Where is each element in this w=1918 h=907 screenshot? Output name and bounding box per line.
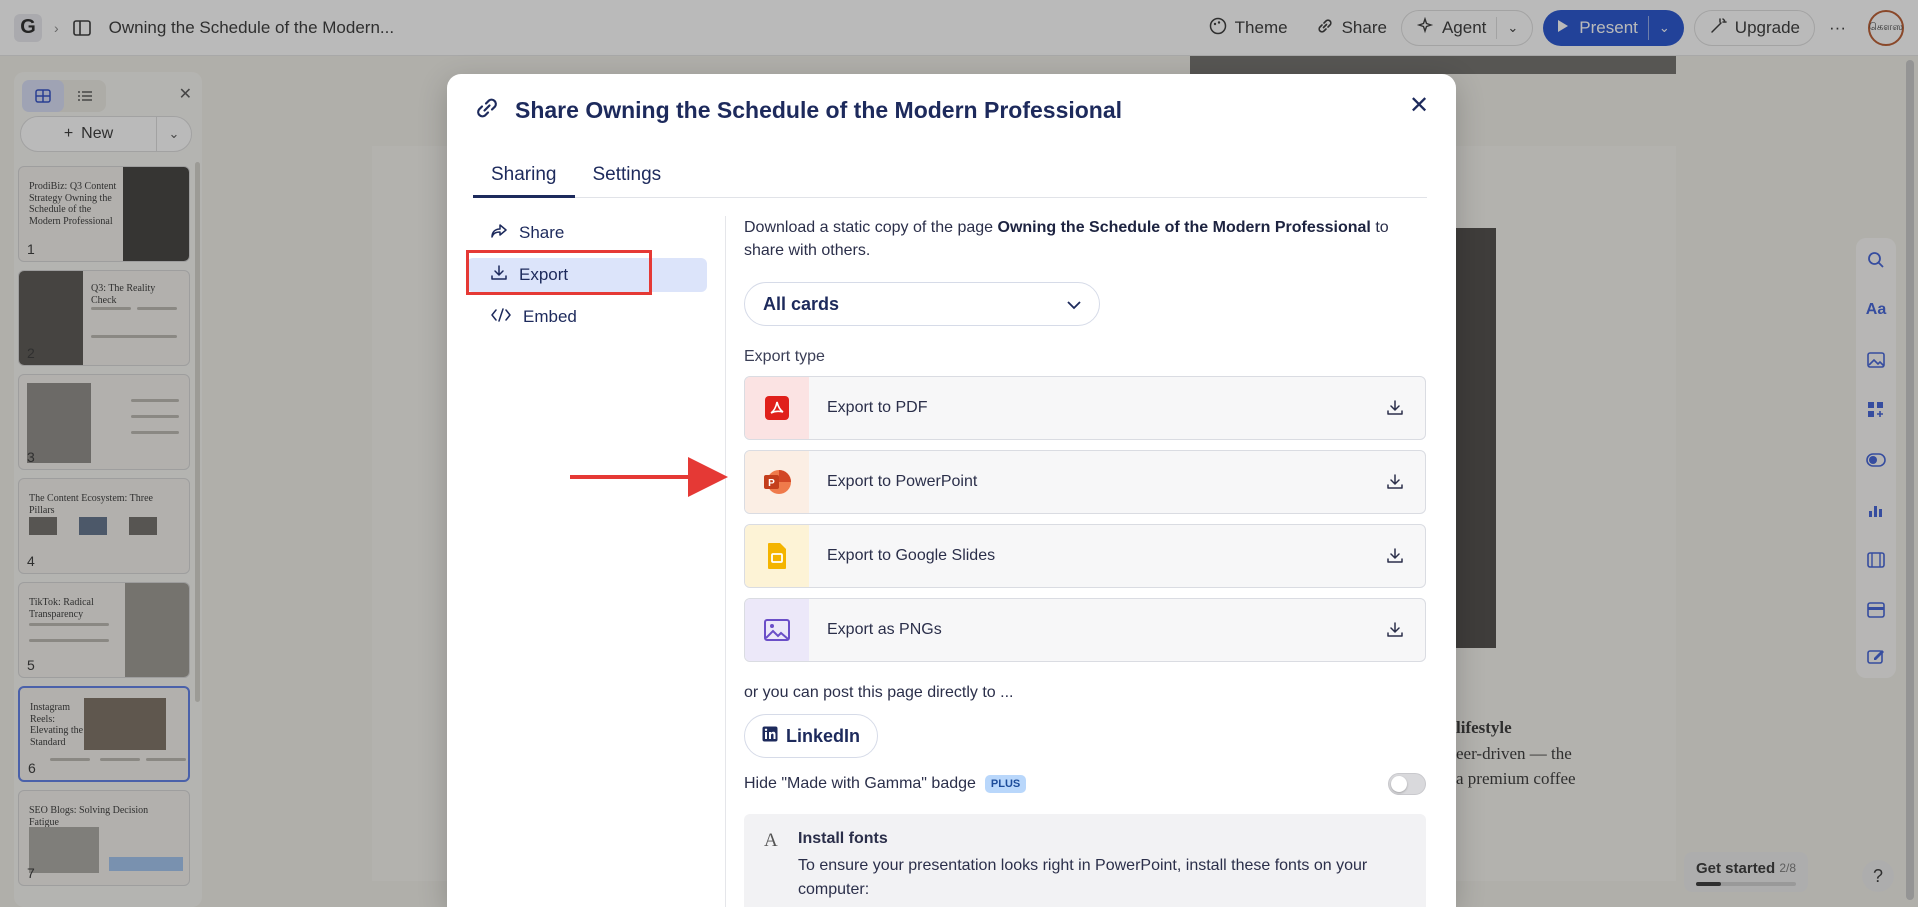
export-option-label: Export as PNGs	[827, 621, 942, 638]
page-name: Owning the Schedule of the Modern Profes…	[997, 219, 1371, 236]
pdf-icon	[745, 377, 809, 439]
install-fonts-text: To ensure your presentation looks right …	[798, 857, 1368, 898]
image-icon	[745, 599, 809, 661]
export-highlight-annotation	[466, 250, 652, 295]
code-icon	[491, 307, 511, 327]
export-option-label: Export to PDF	[827, 399, 928, 416]
nav-item-share[interactable]: Share	[467, 216, 707, 250]
export-type-label: Export type	[744, 348, 825, 365]
description-text: Download a static copy of the page	[744, 219, 998, 236]
tab-sharing[interactable]: Sharing	[473, 152, 575, 198]
export-powerpoint-option[interactable]: P Export to PowerPoint	[744, 450, 1426, 514]
font-icon: A	[764, 830, 778, 851]
tab-settings[interactable]: Settings	[575, 152, 680, 198]
nav-label: Share	[519, 223, 565, 242]
install-fonts-heading: Install fonts	[798, 830, 888, 847]
hide-badge-toggle[interactable]	[1388, 773, 1426, 795]
download-icon	[1365, 474, 1425, 490]
post-directly-label: or you can post this page directly to ..…	[744, 684, 1014, 701]
plus-badge: PLUS	[984, 775, 1027, 793]
link-icon	[473, 94, 501, 127]
download-icon	[1365, 400, 1425, 416]
close-icon[interactable]: ✕	[1404, 90, 1434, 120]
export-png-option[interactable]: Export as PNGs	[744, 598, 1426, 662]
powerpoint-icon: P	[745, 451, 809, 513]
dialog-tabs: Sharing Settings	[473, 152, 1427, 198]
cards-select[interactable]: All cards	[744, 282, 1100, 326]
linkedin-icon	[762, 726, 778, 747]
export-pdf-option[interactable]: Export to PDF	[744, 376, 1426, 440]
share-arrow-icon	[491, 223, 507, 243]
vertical-divider	[725, 216, 726, 907]
google-slides-icon	[745, 525, 809, 587]
hide-badge-setting: Hide "Made with Gamma" badge PLUS	[744, 770, 1426, 798]
linkedin-label: LinkedIn	[785, 725, 860, 746]
export-content: Download a static copy of the page Ownin…	[744, 216, 1426, 907]
hide-badge-label: Hide "Made with Gamma" badge	[744, 775, 976, 792]
download-icon	[1365, 548, 1425, 564]
nav-item-embed[interactable]: Embed	[467, 300, 707, 334]
svg-text:P: P	[768, 478, 775, 489]
linkedin-button[interactable]: LinkedIn	[744, 714, 878, 758]
nav-label: Embed	[523, 307, 577, 326]
export-description: Download a static copy of the page Ownin…	[744, 216, 1426, 262]
chevron-down-icon	[1067, 294, 1081, 315]
install-fonts-notice: A Install fonts To ensure your presentat…	[744, 814, 1426, 907]
dialog-header: Share Owning the Schedule of the Modern …	[473, 92, 1122, 128]
export-google-slides-option[interactable]: Export to Google Slides	[744, 524, 1426, 588]
arrow-right-annotation-icon	[570, 457, 728, 497]
download-icon	[1365, 622, 1425, 638]
dialog-title: Share Owning the Schedule of the Modern …	[515, 96, 1123, 123]
export-option-label: Export to PowerPoint	[827, 473, 978, 490]
export-option-label: Export to Google Slides	[827, 547, 996, 564]
select-value: All cards	[763, 293, 840, 314]
